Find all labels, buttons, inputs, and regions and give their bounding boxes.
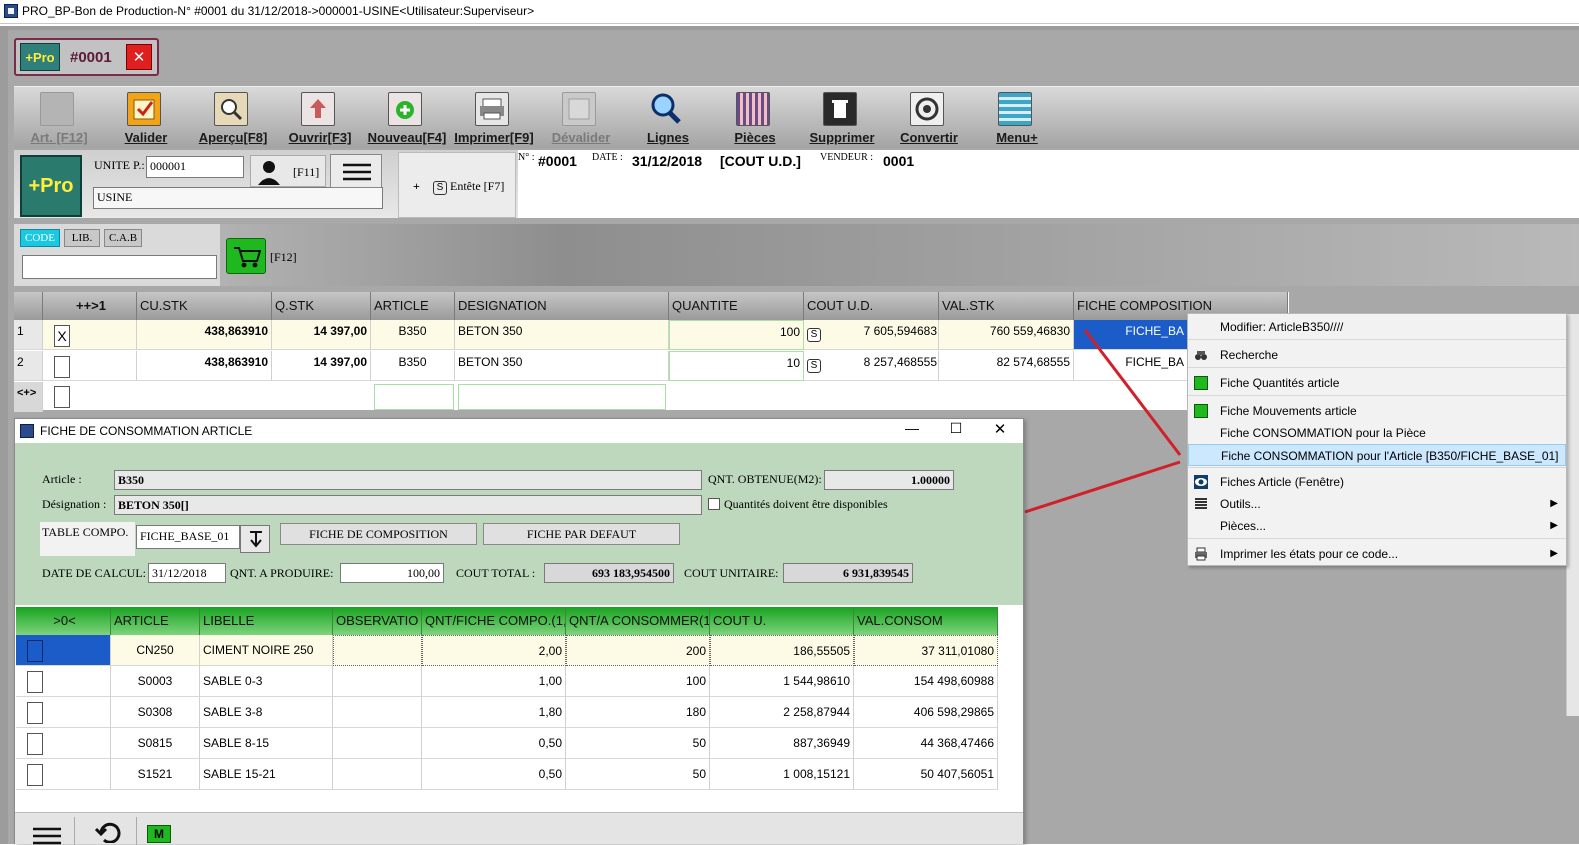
menu-separator: [1188, 339, 1566, 340]
hamburger-icon: [33, 827, 61, 845]
submenu-arrow-icon: ▶: [1550, 520, 1558, 531]
submenu-arrow-icon: ▶: [1550, 498, 1558, 509]
maximize-button[interactable]: ☐: [945, 420, 967, 437]
menu-separator: [1188, 467, 1566, 468]
fiche-composition-button[interactable]: FICHE DE COMPOSITION: [280, 523, 477, 545]
green-m-icon: [1194, 376, 1208, 390]
submenu-arrow-icon: ▶: [1550, 548, 1558, 559]
green-m-icon: [1194, 404, 1208, 418]
printer-icon: [1195, 547, 1207, 561]
compo-col-article[interactable]: ARTICLE: [111, 607, 200, 635]
menu-item-consommation-piece[interactable]: Fiche CONSOMMATION pour la Pièce: [1188, 422, 1566, 444]
menu-item-outils[interactable]: Outils... ▶: [1188, 493, 1566, 515]
compo-col-cout-u[interactable]: COUT U.: [710, 607, 854, 635]
undo-icon: [95, 822, 121, 843]
menu-item-pieces[interactable]: Pièces... ▶: [1188, 515, 1566, 537]
table-compo-label: TABLE COMPO.: [42, 525, 129, 539]
compo-col-libelle[interactable]: LIBELLE: [200, 607, 333, 635]
close-dialog-button[interactable]: ✕: [989, 420, 1011, 438]
fiche-m-button[interactable]: M: [139, 817, 179, 845]
date-calcul-label: DATE DE CALCUL:: [42, 566, 146, 580]
menu-item-fiche-mouvements[interactable]: Fiche Mouvements article: [1188, 400, 1566, 422]
cout-unitaire-label: COUT UNITAIRE:: [684, 566, 779, 580]
article-label: Article :: [42, 472, 82, 486]
dialog-bottom-toolbar: M: [15, 812, 1023, 845]
compo-row-checkbox[interactable]: [27, 671, 43, 693]
compo-col-val-consom[interactable]: VAL.CONSOM: [854, 607, 998, 635]
fiche-defaut-button[interactable]: FICHE PAR DEFAUT: [483, 523, 680, 545]
compo-col-observation[interactable]: OBSERVATIO: [333, 607, 422, 635]
table-compo-dropdown[interactable]: [240, 525, 270, 553]
article-field[interactable]: B350: [114, 470, 702, 490]
dialog-menu-button[interactable]: [17, 817, 75, 845]
green-m-icon: M: [147, 825, 171, 843]
table-compo-input[interactable]: FICHE_BASE_01: [136, 525, 240, 549]
compo-row-checkbox[interactable]: [27, 702, 43, 724]
dialog-titlebar: FICHE DE CONSOMMATION ARTICLE — ☐ ✕: [15, 419, 1023, 443]
minimize-button[interactable]: —: [901, 420, 923, 436]
compo-col-qnt-fiche[interactable]: QNT/FICHE COMPO.(1,0: [422, 607, 566, 635]
binoculars-icon: [1195, 351, 1207, 360]
compo-row-checkbox[interactable]: [27, 640, 43, 662]
menu-item-fiches-article[interactable]: Fiches Article (Fenêtre): [1188, 471, 1566, 493]
qnt-obtenue-field[interactable]: 1.00000: [824, 470, 954, 490]
compo-row-checkbox[interactable]: [27, 733, 43, 755]
menu-item-recherche[interactable]: Recherche: [1188, 344, 1566, 366]
cout-total-label: COUT TOTAL :: [456, 566, 536, 580]
cout-total-field: 693 183,954500: [544, 563, 674, 583]
menu-item-consommation-article[interactable]: Fiche CONSOMMATION pour l'Article [B350/…: [1188, 444, 1566, 466]
compo-col-qnt-consommer[interactable]: QNT/A CONSOMMER(1: [566, 607, 710, 635]
lines-icon: [1195, 498, 1207, 509]
vertical-scrollbar[interactable]: [1566, 314, 1579, 716]
designation-label: Désignation :: [42, 497, 107, 511]
qnt-obtenue-label: QNT. OBTENUE(M2):: [708, 472, 822, 486]
menu-item-modifier[interactable]: Modifier: ArticleB350////: [1188, 316, 1566, 338]
qnt-produire-input[interactable]: 100,00: [340, 563, 444, 583]
dropdown-arrow-icon: [250, 531, 262, 548]
menu-separator: [1188, 367, 1566, 368]
dialog-app-icon: [20, 424, 34, 438]
compo-col-select[interactable]: >0<: [16, 607, 111, 635]
designation-field[interactable]: BETON 350[]: [114, 495, 702, 515]
dispo-checkbox[interactable]: [708, 498, 720, 510]
qnt-produire-label: QNT. A PRODUIRE:: [230, 566, 334, 580]
undo-button[interactable]: [77, 817, 137, 845]
menu-item-fiche-quantites[interactable]: Fiche Quantités article: [1188, 372, 1566, 394]
menu-item-imprimer-etats[interactable]: Imprimer les états pour ce code... ▶: [1188, 543, 1566, 565]
cout-unitaire-field: 6 931,839545: [783, 563, 913, 583]
date-calcul-input[interactable]: 31/12/2018: [148, 563, 226, 583]
compo-row-checkbox[interactable]: [27, 764, 43, 786]
dispo-label: Quantités doivent être disponibles: [724, 497, 888, 511]
menu-separator: [1188, 538, 1566, 539]
dialog-title: FICHE DE CONSOMMATION ARTICLE: [40, 424, 253, 438]
eye-icon: [1194, 475, 1208, 489]
menu-separator: [1188, 395, 1566, 396]
